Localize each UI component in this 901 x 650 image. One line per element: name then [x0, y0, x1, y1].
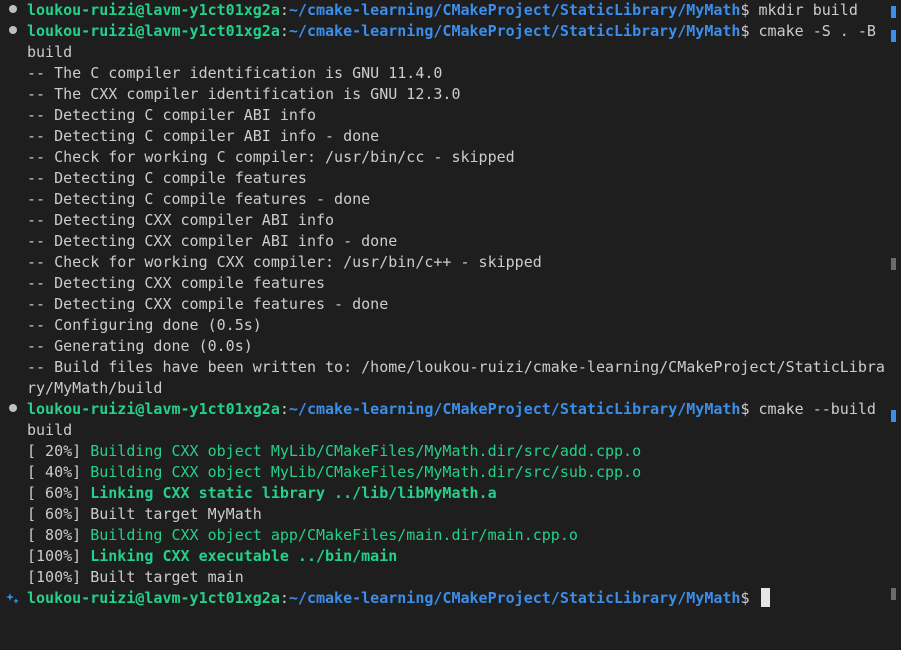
prompt-path: ~/cmake-learning/CMakeProject/StaticLibr…	[288, 589, 741, 607]
build-progress: [100%]	[27, 547, 91, 565]
command-decoration-circle-icon[interactable]	[9, 404, 17, 412]
output-text: -- The C compiler identification is GNU …	[27, 64, 443, 82]
build-progress: [ 60%]	[27, 484, 91, 502]
text-cursor	[760, 588, 770, 607]
output-line: build	[0, 420, 888, 441]
output-line: -- The CXX compiler identification is GN…	[0, 84, 888, 105]
build-output-line: [ 40%] Building CXX object MyLib/CMakeFi…	[0, 462, 888, 483]
output-text: -- Detecting CXX compile features	[27, 274, 326, 292]
output-line: -- Detecting CXX compile features - done	[0, 294, 888, 315]
build-message: Building CXX object MyLib/CMakeFiles/MyM…	[90, 442, 642, 460]
output-text: -- Detecting C compiler ABI info	[27, 106, 316, 124]
output-line: -- Configuring done (0.5s)	[0, 315, 888, 336]
output-line: -- Detecting C compiler ABI info - done	[0, 126, 888, 147]
scrollbar-marker	[891, 588, 896, 600]
output-line: -- Detecting C compile features - done	[0, 189, 888, 210]
build-output-line: [100%] Linking CXX executable ../bin/mai…	[0, 546, 888, 567]
build-output-line: [100%] Built target main	[0, 567, 888, 588]
output-text: -- Generating done (0.0s)	[27, 337, 253, 355]
output-line: build	[0, 42, 888, 63]
output-text: -- Check for working CXX compiler: /usr/…	[27, 253, 542, 271]
prompt-separator: :	[279, 1, 289, 19]
command-text: mkdir build	[749, 1, 858, 19]
build-output-line: [ 80%] Building CXX object app/CMakeFile…	[0, 525, 888, 546]
build-message: Building CXX object MyLib/CMakeFiles/MyM…	[90, 463, 642, 481]
command-decoration-circle-icon[interactable]	[9, 26, 17, 34]
prompt-line: loukou-ruizi@lavm-y1ct01xg2a:~/cmake-lea…	[0, 399, 888, 420]
prompt-separator: :	[279, 400, 289, 418]
terminal-scrollbar[interactable]	[888, 0, 901, 650]
command-text: cmake --build	[749, 400, 876, 418]
output-text: -- Detecting CXX compiler ABI info - don…	[27, 232, 398, 250]
output-line: -- Check for working C compiler: /usr/bi…	[0, 147, 888, 168]
build-message: Built target MyMath	[90, 505, 262, 523]
output-text: -- The CXX compiler identification is GN…	[27, 85, 461, 103]
prompt-line: loukou-ruizi@lavm-y1ct01xg2a:~/cmake-lea…	[0, 21, 888, 42]
scrollbar-marker	[891, 258, 896, 270]
command-decoration-circle-icon[interactable]	[9, 5, 17, 13]
build-message: Linking CXX executable ../bin/main	[90, 547, 398, 565]
build-progress: [ 40%]	[27, 463, 91, 481]
output-line: -- Detecting C compiler ABI info	[0, 105, 888, 126]
output-line: -- Detecting CXX compiler ABI info - don…	[0, 231, 888, 252]
prompt-user: loukou-ruizi@lavm-y1ct01xg2a	[27, 589, 280, 607]
prompt-line: loukou-ruizi@lavm-y1ct01xg2a:~/cmake-lea…	[0, 588, 888, 609]
build-message: Built target main	[90, 568, 244, 586]
build-progress: [ 20%]	[27, 442, 91, 460]
prompt-user: loukou-ruizi@lavm-y1ct01xg2a	[27, 400, 280, 418]
output-text: build	[27, 43, 73, 61]
scrollbar-command-marker	[891, 410, 896, 422]
output-text: -- Detecting CXX compiler ABI info	[27, 211, 335, 229]
output-line: -- Generating done (0.0s)	[0, 336, 888, 357]
output-text: -- Detecting C compile features - done	[27, 190, 371, 208]
scrollbar-command-marker	[891, 6, 896, 18]
prompt-user: loukou-ruizi@lavm-y1ct01xg2a	[27, 1, 280, 19]
output-line: -- Detecting C compile features	[0, 168, 888, 189]
prompt-separator: :	[279, 22, 289, 40]
command-text: cmake -S . -B	[749, 22, 876, 40]
prompt-path: ~/cmake-learning/CMakeProject/StaticLibr…	[288, 1, 741, 19]
build-progress: [ 80%]	[27, 526, 91, 544]
scrollbar-command-marker	[891, 30, 896, 42]
output-line: -- Check for working CXX compiler: /usr/…	[0, 252, 888, 273]
output-line: -- Detecting CXX compile features	[0, 273, 888, 294]
terminal-output[interactable]: loukou-ruizi@lavm-y1ct01xg2a:~/cmake-lea…	[0, 0, 888, 650]
command-text	[749, 589, 758, 607]
output-text: ry/MyMath/build	[27, 379, 163, 397]
prompt-line: loukou-ruizi@lavm-y1ct01xg2a:~/cmake-lea…	[0, 0, 888, 21]
output-line: ry/MyMath/build	[0, 378, 888, 399]
build-output-line: [ 60%] Linking CXX static library ../lib…	[0, 483, 888, 504]
output-line: -- Build files have been written to: /ho…	[0, 357, 888, 378]
build-progress: [ 60%]	[27, 505, 91, 523]
build-output-line: [ 60%] Built target MyMath	[0, 504, 888, 525]
build-output-line: [ 20%] Building CXX object MyLib/CMakeFi…	[0, 441, 888, 462]
prompt-user: loukou-ruizi@lavm-y1ct01xg2a	[27, 22, 280, 40]
sparkle-icon[interactable]	[6, 591, 20, 605]
prompt-path: ~/cmake-learning/CMakeProject/StaticLibr…	[288, 22, 741, 40]
output-text: -- Configuring done (0.5s)	[27, 316, 262, 334]
build-progress: [100%]	[27, 568, 91, 586]
output-text: -- Detecting CXX compile features - done	[27, 295, 389, 313]
output-text: -- Detecting C compiler ABI info - done	[27, 127, 380, 145]
prompt-path: ~/cmake-learning/CMakeProject/StaticLibr…	[288, 400, 741, 418]
output-line: -- Detecting CXX compiler ABI info	[0, 210, 888, 231]
output-text: build	[27, 421, 73, 439]
prompt-separator: :	[279, 589, 289, 607]
build-message: Building CXX object app/CMakeFiles/main.…	[90, 526, 578, 544]
build-message: Linking CXX static library ../lib/libMyM…	[90, 484, 497, 502]
output-line: -- The C compiler identification is GNU …	[0, 63, 888, 84]
output-text: -- Check for working C compiler: /usr/bi…	[27, 148, 515, 166]
output-text: -- Detecting C compile features	[27, 169, 307, 187]
output-text: -- Build files have been written to: /ho…	[27, 358, 885, 376]
